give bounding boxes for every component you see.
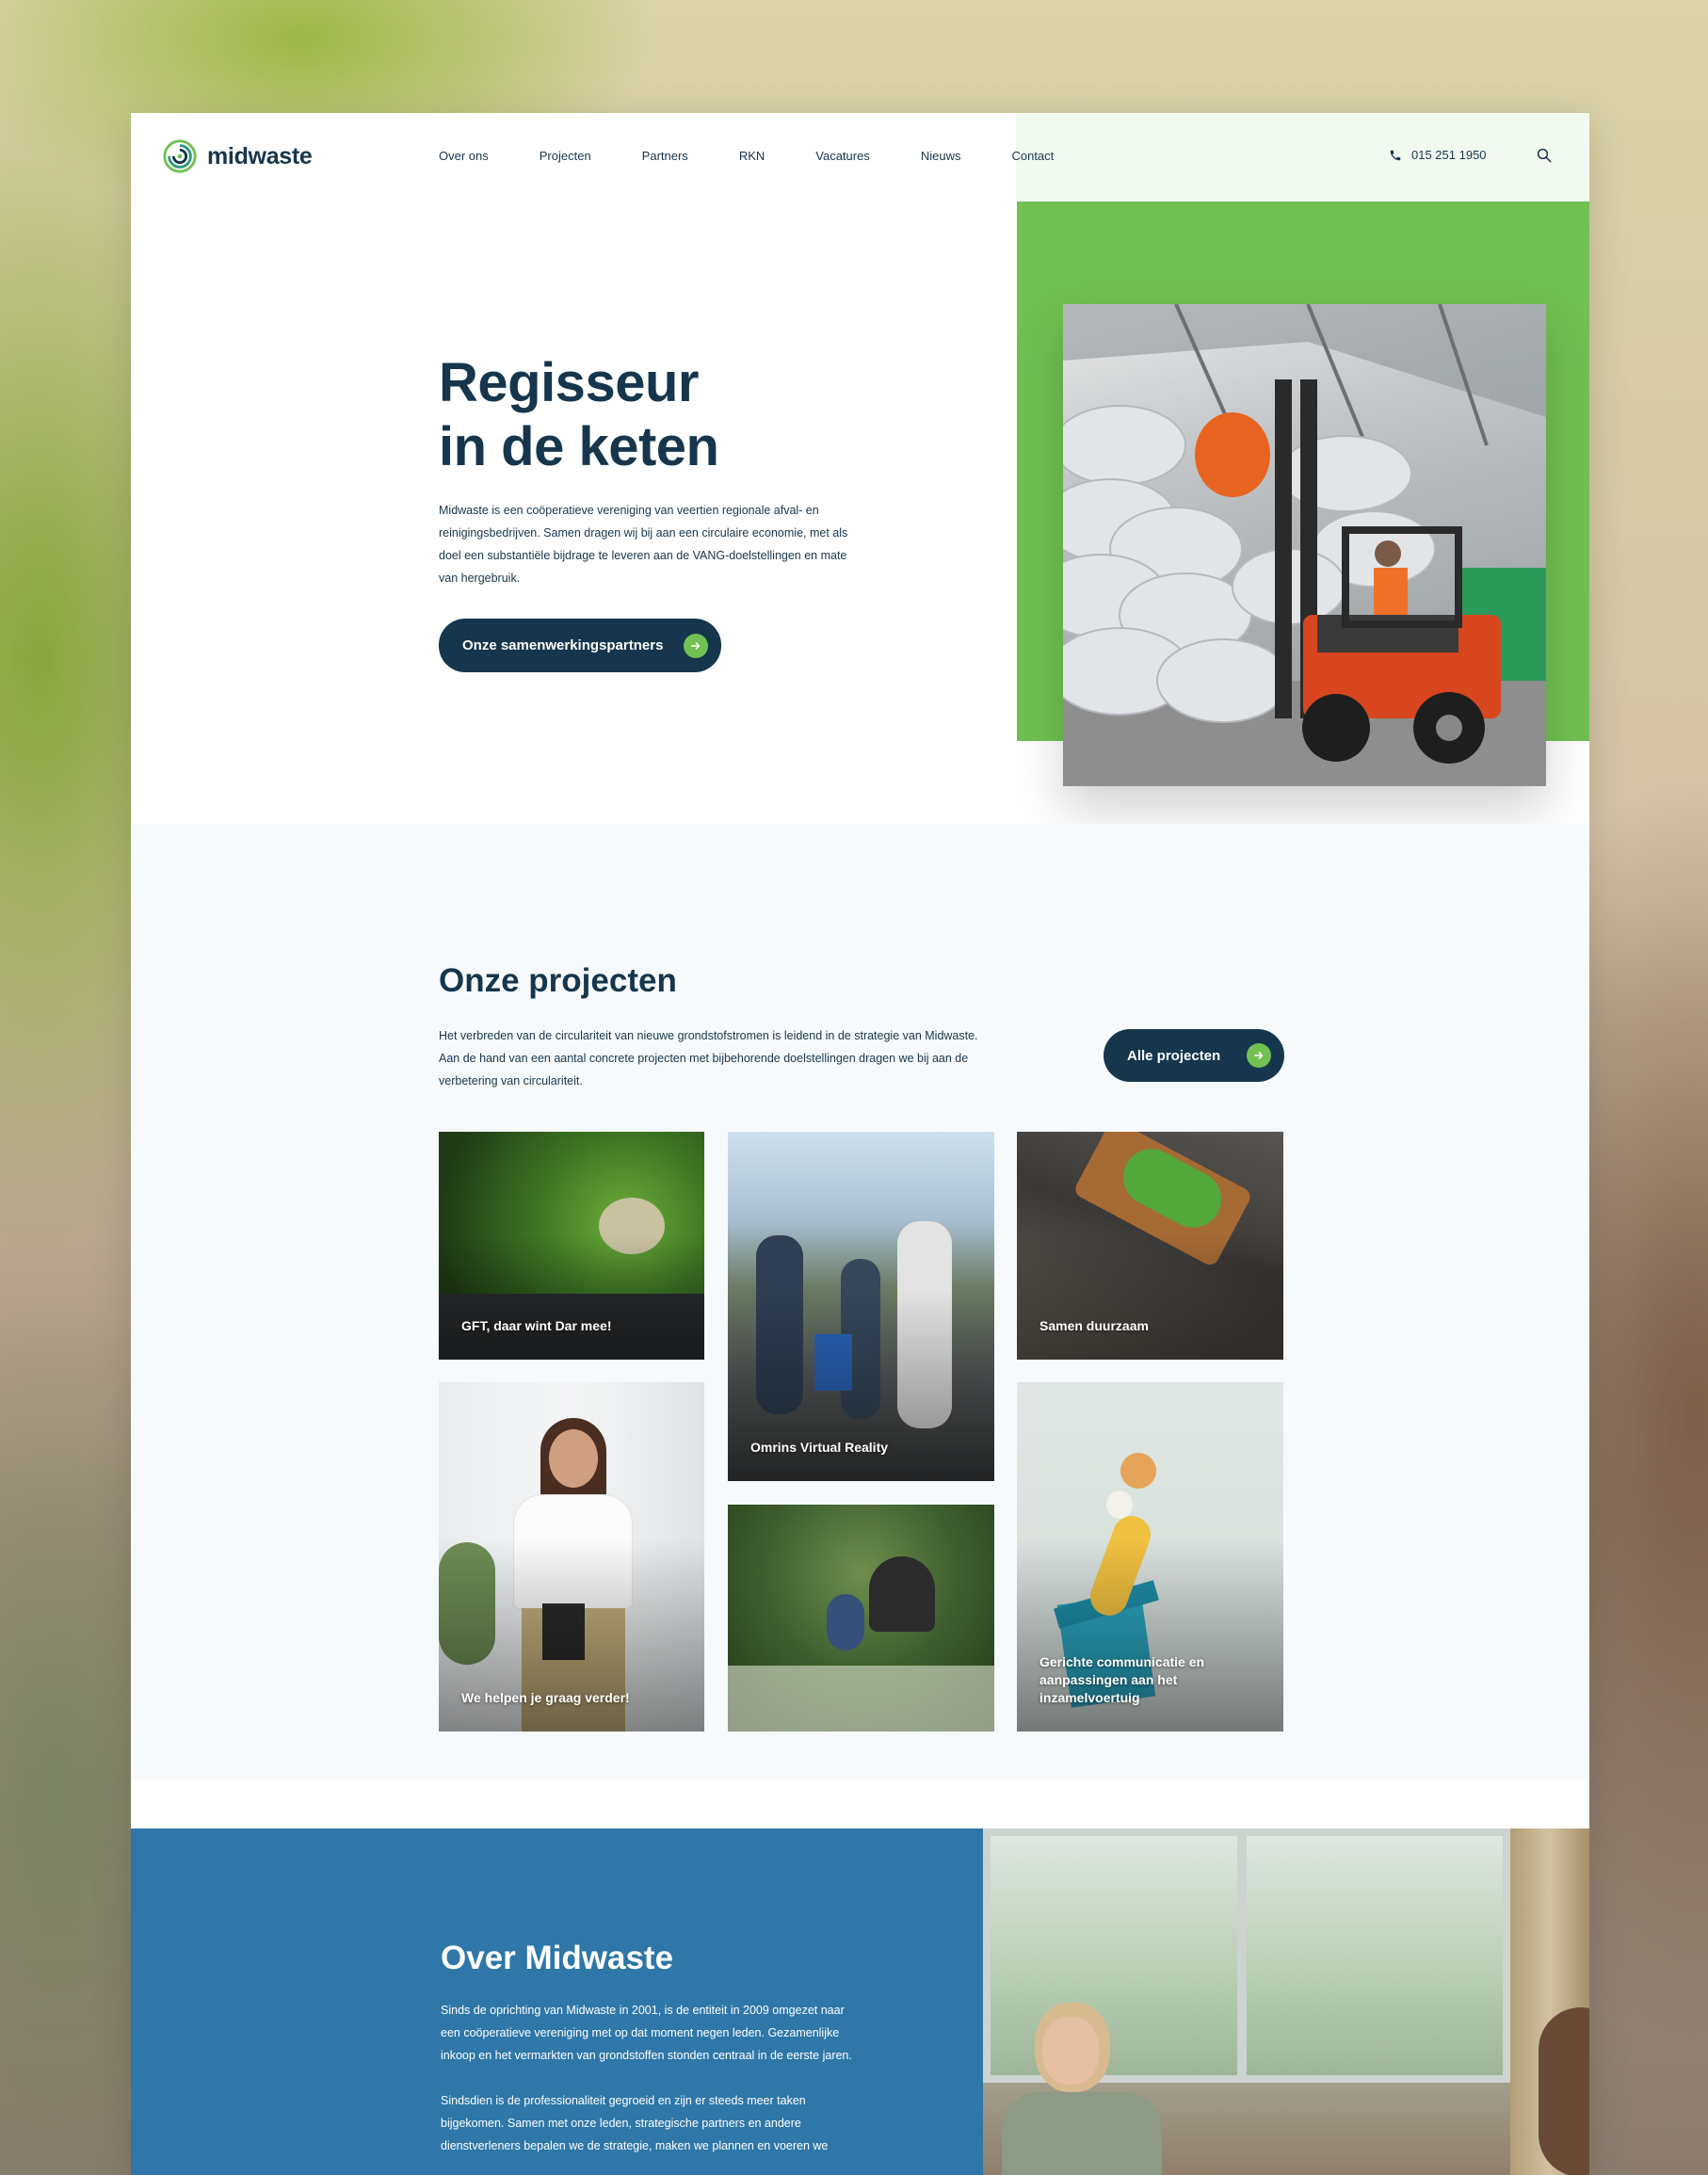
nav-item-projecten[interactable]: Projecten (540, 149, 591, 163)
project-tile-caption: Gerichte communicatie en aanpassingen aa… (1039, 1654, 1205, 1705)
arrow-right-icon (1247, 1043, 1271, 1068)
about-paragraph-2: Sindsdien is de professionaliteit gegroe… (441, 2094, 829, 2152)
arrow-right-icon (684, 633, 708, 658)
projects-title: Onze projecten (439, 962, 677, 999)
nav-item-rkn[interactable]: RKN (739, 149, 765, 163)
hero-title: Regisseur in de keten (439, 351, 719, 479)
main-nav: Over ons Projecten Partners RKN Vacature… (439, 149, 1104, 163)
hero-title-line-1: Regisseur (439, 352, 699, 413)
project-tile-helpen[interactable]: We helpen je graag verder! (439, 1382, 704, 1732)
logo-text: midwaste (207, 142, 313, 169)
photo-person-sweater (1002, 2092, 1162, 2175)
hero-description: Midwaste is een coöperatieve vereniging … (439, 504, 848, 585)
nav-item-partners[interactable]: Partners (642, 149, 688, 163)
project-tile-caption: We helpen je graag verder! (461, 1690, 630, 1705)
photo-window-frame (1237, 1829, 1247, 2083)
partners-button-label: Onze samenwerkingspartners (462, 637, 664, 653)
hero-forklift-photo (1063, 304, 1546, 786)
phone-number: 015 251 1950 (1411, 148, 1487, 162)
project-tile-gft[interactable]: GFT, daar wint Dar mee! (439, 1132, 704, 1360)
nav-item-nieuws[interactable]: Nieuws (921, 149, 961, 163)
about-paragraph-1: Sinds de oprichting van Midwaste in 2001… (441, 2004, 852, 2062)
logo-swirl-icon (163, 139, 197, 173)
nav-item-contact[interactable]: Contact (1011, 149, 1054, 163)
logo[interactable]: midwaste (162, 138, 313, 174)
tile-eggshell (1106, 1490, 1133, 1519)
phone-icon (1390, 150, 1401, 160)
project-tile-communicatie[interactable]: Gerichte communicatie en aanpassingen aa… (1017, 1382, 1283, 1732)
tile-face-front (549, 1429, 598, 1488)
nav-item-over-ons[interactable]: Over ons (439, 149, 489, 163)
tile-foliage (728, 1666, 994, 1732)
nav-item-vacatures[interactable]: Vacatures (815, 149, 870, 163)
tile-child (827, 1594, 864, 1651)
tile-adult (869, 1556, 935, 1632)
project-tile-caption: Samen duurzaam (1039, 1318, 1149, 1333)
hero-title-line-2: in de keten (439, 416, 719, 477)
about-description: Sinds de oprichting van Midwaste in 2001… (441, 1999, 855, 2175)
tile-shade (439, 1233, 704, 1360)
photo-second-person (1539, 2007, 1589, 2175)
all-projects-button[interactable]: Alle projecten (1104, 1029, 1284, 1082)
projects-section: Onze projecten Het verbreden van de circ… (131, 824, 1589, 1780)
tile-peel (1120, 1453, 1156, 1489)
tile-shade (1017, 1233, 1283, 1360)
partners-button[interactable]: Onze samenwerkingspartners (439, 619, 721, 672)
project-tile-omrins[interactable]: Omrins Virtual Reality (728, 1132, 994, 1481)
site-header: midwaste Over ons Projecten Partners RKN… (131, 113, 1589, 201)
about-title: Over Midwaste (441, 1940, 674, 1976)
project-tile-garden[interactable] (728, 1505, 994, 1732)
phone-link[interactable]: 015 251 1950 (1389, 148, 1487, 162)
page: midwaste Over ons Projecten Partners RKN… (131, 113, 1589, 2175)
projects-description: Het verbreden van de circulariteit van n… (439, 1029, 978, 1088)
project-tile-samen-duurzaam[interactable]: Samen duurzaam (1017, 1132, 1283, 1360)
photo-person-face (1042, 2017, 1099, 2085)
search-icon[interactable] (1536, 147, 1553, 164)
all-projects-button-label: Alle projecten (1127, 1047, 1221, 1064)
forklift-illustration (1063, 304, 1546, 786)
project-tile-caption: GFT, daar wint Dar mee! (461, 1318, 612, 1333)
project-tile-caption: Omrins Virtual Reality (750, 1440, 889, 1455)
about-meeting-photo (983, 1829, 1589, 2175)
